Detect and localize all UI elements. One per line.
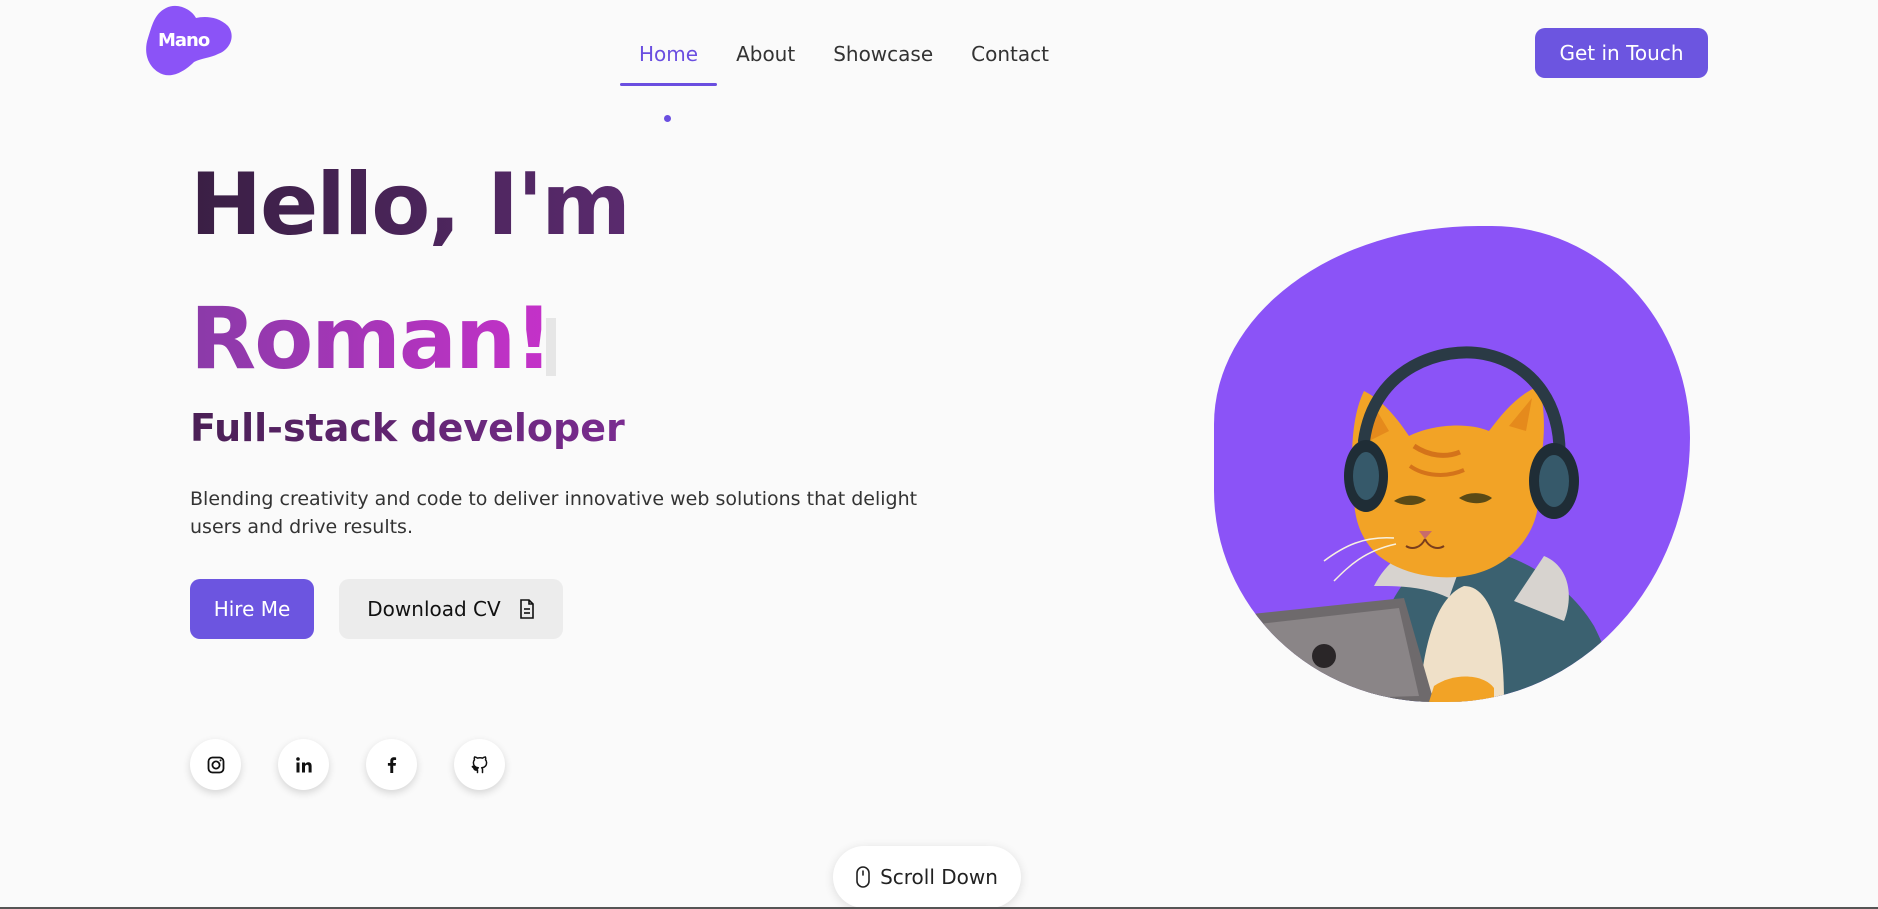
get-in-touch-button[interactable]: Get in Touch	[1535, 28, 1708, 78]
cat-with-headphones-icon	[1214, 346, 1624, 702]
github-icon	[471, 755, 487, 773]
hero-name: Roman!	[190, 284, 553, 394]
scroll-down-label: Scroll Down	[880, 865, 998, 889]
facebook-icon	[387, 756, 396, 773]
instagram-icon	[207, 756, 224, 773]
typing-caret	[546, 318, 556, 376]
hero-role: Full-stack developer	[190, 406, 625, 450]
social-links	[190, 739, 505, 790]
linkedin-link[interactable]	[278, 739, 329, 790]
instagram-link[interactable]	[190, 739, 241, 790]
scroll-down-button[interactable]: Scroll Down	[833, 846, 1021, 908]
facebook-link[interactable]	[366, 739, 417, 790]
document-icon	[519, 599, 534, 619]
nav-item-about[interactable]: About	[717, 40, 814, 84]
mouse-icon	[856, 866, 870, 888]
hero-blurb: Blending creativity and code to deliver …	[190, 488, 918, 538]
hero-greeting: Hello, I'm	[190, 150, 631, 260]
download-cv-label: Download CV	[367, 597, 501, 621]
nav-item-showcase[interactable]: Showcase	[814, 40, 952, 84]
github-link[interactable]	[454, 739, 505, 790]
nav-item-contact[interactable]: Contact	[952, 40, 1068, 84]
nav-active-dot	[664, 115, 671, 122]
hero-illustration	[1214, 226, 1690, 702]
logo-text: Mano	[158, 30, 210, 51]
logo[interactable]: Mano	[144, 4, 234, 78]
linkedin-icon	[295, 756, 312, 772]
hire-me-button[interactable]: Hire Me	[190, 579, 314, 639]
download-cv-button[interactable]: Download CV	[339, 579, 563, 639]
nav-item-home[interactable]: Home	[620, 40, 718, 86]
main-nav: Home About Showcase Contact	[620, 40, 1068, 86]
